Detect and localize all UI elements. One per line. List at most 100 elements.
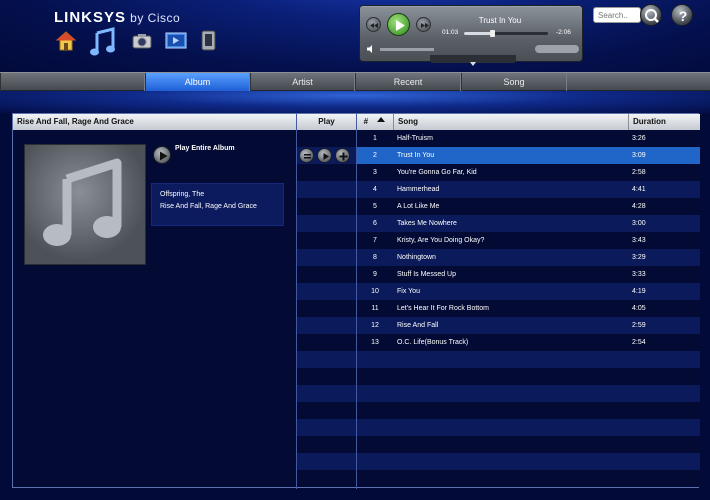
play-cell <box>297 351 356 368</box>
search-icon <box>645 9 659 23</box>
column-divider <box>296 114 297 489</box>
track-song: Stuff Is Messed Up <box>397 271 457 278</box>
album-view: 1 Half-Truism 3:26 2 Trust In You 3:09 3 You're… <box>12 113 700 489</box>
row-play-button[interactable] <box>317 148 332 163</box>
tab-recent[interactable]: Recent <box>355 73 461 91</box>
track-num: 10 <box>371 288 379 295</box>
play-entire-album-button[interactable] <box>153 146 171 164</box>
progress-bar[interactable] <box>464 30 548 37</box>
track-duration: 3:26 <box>632 135 646 142</box>
track-duration: 3:43 <box>632 237 646 244</box>
volume-slider[interactable] <box>380 48 434 51</box>
video-icon[interactable] <box>165 31 187 50</box>
queue-button[interactable] <box>299 148 314 163</box>
track-duration: 4:41 <box>632 186 646 193</box>
expand-player-button[interactable] <box>430 55 516 66</box>
album-title-header: Rise And Fall, Rage And Grace <box>13 114 296 130</box>
row-background <box>357 402 700 419</box>
track-num: 7 <box>373 237 377 244</box>
tab-album[interactable]: Album <box>145 73 250 91</box>
track-duration: 4:19 <box>632 288 646 295</box>
player-mode-toggle[interactable] <box>535 45 579 53</box>
row-background <box>357 470 700 487</box>
duration-column-header[interactable]: Duration <box>628 114 700 130</box>
play-icon <box>396 20 405 31</box>
track-song: Hammerhead <box>397 186 440 193</box>
album-name: Rise And Fall, Rage And Grace <box>160 203 257 210</box>
volume-icon[interactable] <box>366 44 376 54</box>
track-num: 2 <box>373 152 377 159</box>
album-art <box>24 144 146 265</box>
track-song: Let's Hear It For Rock Bottom <box>397 305 489 312</box>
artist-name: Offspring, The <box>160 191 205 198</box>
play-cell <box>297 402 356 419</box>
track-duration: 4:05 <box>632 305 646 312</box>
play-cell <box>297 266 356 283</box>
brand-logo: LINKSYS by Cisco <box>54 9 180 26</box>
search-input[interactable] <box>593 7 641 23</box>
search-button[interactable] <box>640 4 662 26</box>
play-cell <box>297 249 356 266</box>
sort-ascending-icon <box>377 117 386 122</box>
track-num: 3 <box>373 169 377 176</box>
play-cell <box>297 130 356 147</box>
row-background <box>357 368 700 385</box>
album-info-box: Offspring, The Rise And Fall, Rage And G… <box>151 183 284 226</box>
rewind-button[interactable] <box>366 17 381 32</box>
home-icon[interactable] <box>55 30 77 52</box>
play-cell <box>297 436 356 453</box>
track-song: Takes Me Nowhere <box>397 220 457 227</box>
chevron-down-icon <box>470 62 476 66</box>
row-background <box>357 419 700 436</box>
brand-suffix: by Cisco <box>130 11 181 25</box>
rewind-icon <box>370 23 378 28</box>
add-to-queue-icon <box>339 152 348 161</box>
track-duration: 2:58 <box>632 169 646 176</box>
track-song: Trust In You <box>397 152 435 159</box>
add-to-playlist-button[interactable] <box>335 148 350 163</box>
row-background <box>357 385 700 402</box>
track-duration: 4:28 <box>632 203 646 210</box>
header-glow <box>0 91 710 113</box>
tab-artist[interactable]: Artist <box>250 73 355 91</box>
track-song: Rise And Fall <box>397 322 439 329</box>
play-cell <box>297 368 356 385</box>
track-num: 6 <box>373 220 377 227</box>
music-note-icon <box>43 158 122 246</box>
track-duration: 2:59 <box>632 322 646 329</box>
svg-text:?: ? <box>679 8 688 24</box>
play-cell <box>297 198 356 215</box>
play-cell <box>297 215 356 232</box>
view-tabs: Album Artist Recent Song <box>0 72 710 91</box>
play-cell <box>297 232 356 249</box>
row-background <box>357 453 700 470</box>
play-cell <box>297 334 356 351</box>
track-song: Half-Truism <box>397 135 433 142</box>
progress-knob[interactable] <box>489 30 495 37</box>
play-cell <box>297 453 356 470</box>
play-button[interactable] <box>387 13 410 36</box>
track-song: Kristy, Are You Doing Okay? <box>397 237 485 244</box>
play-icon <box>160 151 168 161</box>
track-num: 9 <box>373 271 377 278</box>
track-num: 12 <box>371 322 379 329</box>
play-cell <box>297 300 356 317</box>
play-entire-album-label[interactable]: Play Entire Album <box>175 145 235 152</box>
number-column-header[interactable]: # <box>357 114 393 130</box>
track-duration: 2:54 <box>632 339 646 346</box>
photo-icon[interactable] <box>132 33 152 49</box>
track-duration: 3:29 <box>632 254 646 261</box>
song-column-header[interactable]: Song <box>393 114 628 130</box>
track-song: Nothingtown <box>397 254 436 261</box>
tab-song[interactable]: Song <box>461 73 567 91</box>
play-icon <box>323 153 329 160</box>
play-cell <box>297 419 356 436</box>
music-icon[interactable] <box>89 27 117 57</box>
track-duration: 3:09 <box>632 152 646 159</box>
play-cell <box>297 181 356 198</box>
track-num: 4 <box>373 186 377 193</box>
remaining-time: -2:06 <box>556 29 571 36</box>
device-icon[interactable] <box>201 30 216 51</box>
tab-spacer-left <box>0 73 145 91</box>
help-button[interactable]: ? <box>671 4 693 26</box>
